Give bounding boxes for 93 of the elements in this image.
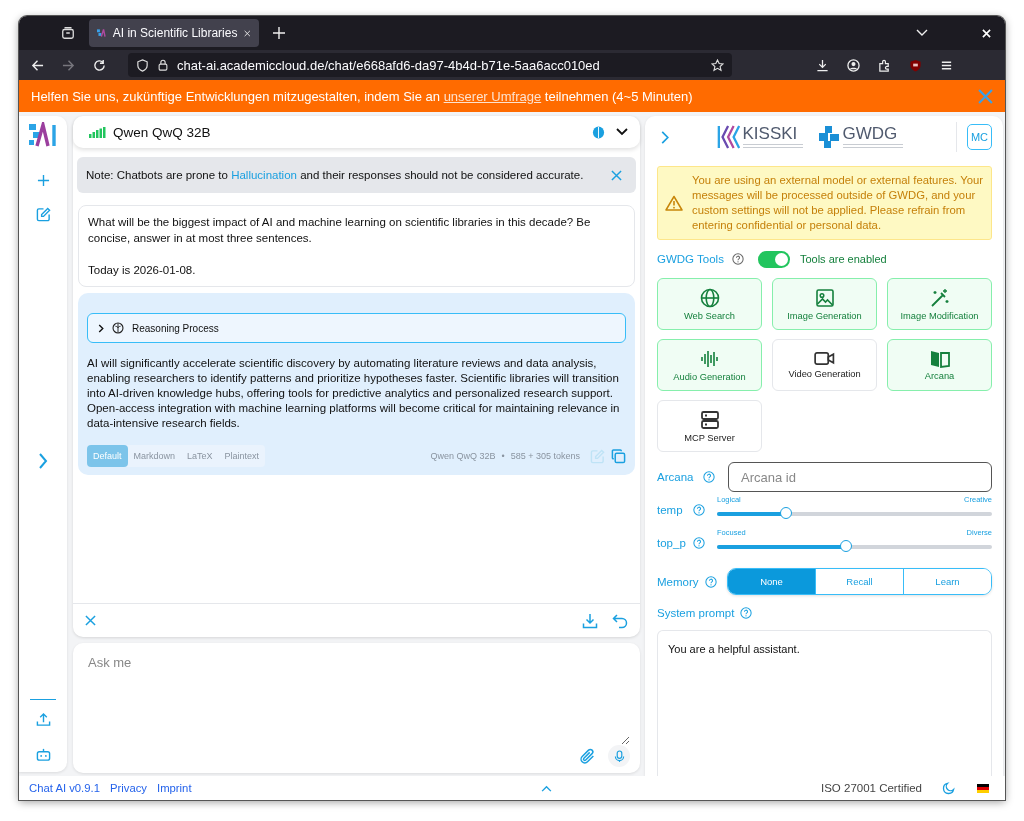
extensions-icon[interactable] bbox=[878, 58, 891, 72]
system-prompt-label: System prompt bbox=[657, 607, 735, 619]
upload-icon[interactable] bbox=[35, 712, 51, 727]
logo-name: KISSKI bbox=[742, 125, 799, 142]
microphone-icon bbox=[613, 749, 625, 763]
message-input: Ask me bbox=[73, 643, 640, 773]
user-message: What will be the biggest impact of AI and machine learning on scientific libraries in this decade? Be concise, answer in at most three sentences. Today is 2026-01-08. bbox=[78, 205, 635, 287]
warning-icon bbox=[665, 195, 683, 211]
help-icon[interactable] bbox=[731, 253, 744, 265]
signal-icon bbox=[89, 126, 106, 138]
slider-track[interactable] bbox=[717, 507, 992, 521]
book-icon bbox=[929, 349, 950, 368]
tool-button[interactable]: Video Generation bbox=[772, 339, 877, 391]
shield-icon[interactable] bbox=[136, 58, 149, 72]
help-icon[interactable] bbox=[693, 504, 705, 516]
separator-dot: • bbox=[501, 451, 505, 461]
tools-status: Tools are enabled bbox=[799, 253, 887, 265]
moon-icon[interactable] bbox=[942, 781, 955, 795]
token-count: 585 + 305 tokens bbox=[510, 451, 580, 461]
microphone-button[interactable] bbox=[608, 745, 630, 767]
back-icon[interactable] bbox=[31, 58, 44, 72]
format-tab[interactable]: LaTeX bbox=[181, 445, 219, 467]
format-tab[interactable]: Markdown bbox=[127, 445, 182, 467]
help-icon[interactable] bbox=[740, 607, 753, 619]
flag-icon[interactable] bbox=[977, 783, 989, 793]
help-icon[interactable] bbox=[703, 471, 715, 483]
answer-text: AI will significantly accelerate scientific discovery by automating literature reviews and data analysis, enabling researchers to identify patterns and prioritize hypotheses faster. Scientific libraries will transition into AI-driven knowledge hubs, offering tools for predictive analytics and personalized research support. Open-access integration with machine learning platforms will become critical for maintaining relevance in data-intensive research fields. bbox=[87, 356, 621, 431]
arcana-field[interactable]: Arcana id bbox=[728, 462, 992, 492]
robot-icon[interactable] bbox=[35, 747, 51, 762]
tool-button[interactable]: Image Generation bbox=[772, 278, 877, 330]
video-camera-icon bbox=[814, 351, 835, 366]
stripes-logo-icon bbox=[716, 124, 741, 150]
tool-button[interactable]: Web Search bbox=[657, 278, 762, 330]
tool-button[interactable]: Arcana bbox=[887, 339, 992, 391]
footer-link[interactable]: Chat AI v0.9.1 bbox=[29, 782, 100, 794]
tool-button[interactable]: MCP Server bbox=[657, 400, 762, 452]
help-icon[interactable] bbox=[705, 575, 717, 588]
chevron-right-icon bbox=[98, 323, 104, 333]
memory-option[interactable]: Learn bbox=[903, 569, 991, 594]
address-bar[interactable]: chat-ai.academiccloud.de/chat/e668afd6-da97-4b4d-b71e-5aa6acc010ed bbox=[128, 53, 732, 77]
plus-icon[interactable] bbox=[36, 174, 50, 187]
lock-icon[interactable] bbox=[157, 59, 169, 71]
tool-button[interactable]: Image Modification bbox=[887, 278, 992, 330]
tab-list-icon[interactable] bbox=[61, 26, 75, 40]
logo-name: GWDG bbox=[842, 125, 899, 142]
user-avatar[interactable]: MC bbox=[967, 124, 992, 150]
tools-toggle[interactable] bbox=[757, 250, 790, 268]
memory-option[interactable]: None bbox=[728, 569, 815, 594]
slider-thumb[interactable] bbox=[840, 540, 853, 552]
certification-text: ISO 27001 Certified bbox=[821, 782, 922, 794]
footer-link[interactable]: Imprint bbox=[157, 782, 192, 794]
site-icon bbox=[97, 27, 106, 39]
chevron-up-icon[interactable] bbox=[540, 784, 552, 792]
browser-tab[interactable]: AI in Scientific Libraries bbox=[89, 19, 259, 47]
help-icon[interactable] bbox=[693, 537, 705, 549]
slider-track[interactable] bbox=[717, 540, 992, 554]
arcana-label: Arcana bbox=[657, 471, 695, 483]
server-icon bbox=[699, 409, 720, 430]
attachment-icon[interactable] bbox=[579, 747, 596, 765]
globe-icon bbox=[699, 287, 720, 308]
squares-logo-icon bbox=[818, 126, 841, 148]
chevron-down-icon bbox=[616, 128, 628, 136]
warning-text: You are using an external model or external features. Your messages will be processed outside of GWDG, and your custom settings will not be applied. Please refrain from entering confidential or personal data. bbox=[692, 173, 983, 233]
chevron-down-icon[interactable] bbox=[916, 29, 928, 37]
banner-text: Helfen Sie uns, zukünftige Entwicklungen mitzugestalten, indem Sie an unserer Umfrage teilnehmen (4~5 Minuten) bbox=[31, 88, 693, 104]
sound-wave-icon bbox=[699, 348, 720, 369]
reasoning-toggle[interactable]: Reasoning Process bbox=[87, 313, 626, 343]
slider-label: temp bbox=[657, 504, 684, 516]
memory-label: Memory bbox=[657, 575, 699, 588]
app-logo[interactable] bbox=[28, 122, 58, 148]
slider-thumb[interactable] bbox=[779, 507, 792, 519]
undo-icon[interactable] bbox=[612, 612, 628, 629]
new-tab-icon[interactable] bbox=[273, 27, 285, 39]
model-selector[interactable]: Qwen QwQ 32B bbox=[73, 116, 640, 148]
tool-button[interactable]: Audio Generation bbox=[657, 339, 762, 391]
shield-icon[interactable] bbox=[909, 58, 922, 72]
reload-icon[interactable] bbox=[93, 58, 106, 72]
copy-icon[interactable] bbox=[611, 448, 626, 464]
forward-icon[interactable] bbox=[62, 58, 75, 72]
star-icon[interactable] bbox=[711, 58, 724, 72]
image-icon bbox=[814, 287, 835, 308]
chevron-right-icon[interactable] bbox=[38, 452, 48, 469]
chevron-right-icon[interactable] bbox=[661, 130, 669, 144]
tools-label: GWDG Tools bbox=[657, 253, 724, 265]
slider-label: top_p bbox=[657, 537, 687, 549]
account-icon[interactable] bbox=[847, 58, 860, 72]
magic-wand-icon bbox=[929, 287, 950, 308]
note-text: Note: Chatbots are prone to Hallucination and their responses should not be considered accurate. bbox=[86, 169, 584, 181]
footer-link[interactable]: Privacy bbox=[109, 782, 147, 794]
edit-icon[interactable] bbox=[35, 207, 51, 222]
memory-option[interactable]: Recall bbox=[815, 569, 903, 594]
format-tab[interactable]: Plaintext bbox=[218, 445, 266, 467]
model-name: Qwen QwQ 32B bbox=[430, 451, 496, 461]
